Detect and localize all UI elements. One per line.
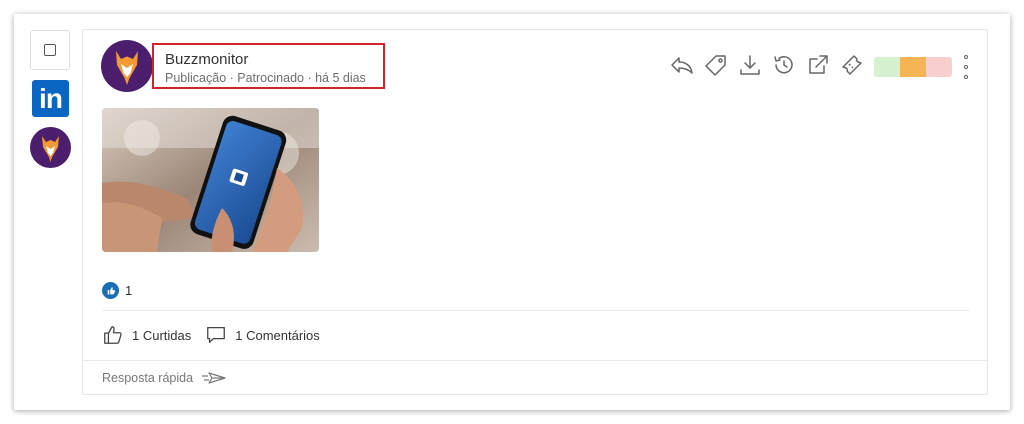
author-avatar[interactable]: [101, 40, 153, 92]
quick-reply-label[interactable]: Resposta rápida: [102, 371, 193, 385]
reactions-summary[interactable]: 1: [102, 282, 132, 299]
engagement-stats: 1 Curtidas 1 Comentários: [102, 324, 334, 346]
sentiment-positive[interactable]: [874, 57, 900, 77]
sentiment-neutral[interactable]: [900, 57, 926, 77]
checkbox-square-icon: [44, 44, 56, 56]
comments-label: 1 Comentários: [235, 327, 320, 343]
download-icon: [740, 55, 760, 75]
tag-button[interactable]: [699, 52, 733, 78]
sentiment-selector[interactable]: [874, 57, 952, 77]
profile-avatar-small[interactable]: [30, 127, 71, 168]
more-options-icon[interactable]: [959, 53, 973, 81]
thumbs-up-icon: [104, 326, 122, 344]
post-meta: Publicação · Patrocinado · há 5 dias: [165, 71, 366, 85]
ticket-button[interactable]: [835, 52, 869, 78]
linkedin-icon: in: [32, 80, 69, 117]
external-link-icon: [809, 55, 828, 74]
external-link-button[interactable]: [801, 52, 835, 78]
like-reaction-icon: [102, 282, 119, 299]
likes-label: 1 Curtidas: [132, 327, 192, 343]
ticket-icon: [842, 55, 862, 75]
send-icon[interactable]: [201, 370, 227, 386]
likes-stat[interactable]: 1 Curtidas: [102, 324, 191, 346]
author-name[interactable]: Buzzmonitor: [165, 51, 248, 68]
post-actions: [665, 52, 869, 78]
comments-stat[interactable]: 1 Comentários: [205, 324, 320, 346]
history-button[interactable]: [767, 52, 801, 78]
divider: [83, 360, 987, 361]
history-icon: [774, 56, 793, 74]
left-rail: in: [28, 28, 72, 398]
post-card: Buzzmonitor Publicação · Patrocinado · h…: [82, 29, 988, 395]
comment-icon: [207, 327, 226, 343]
reaction-count: 1: [125, 283, 133, 298]
download-button[interactable]: [733, 52, 767, 78]
divider: [102, 310, 970, 311]
select-checkbox[interactable]: [30, 30, 70, 70]
reply-button[interactable]: [665, 52, 699, 78]
linkedin-logo-text: in: [39, 82, 63, 114]
quick-reply[interactable]: Resposta rápida: [102, 370, 227, 386]
reply-icon: [671, 57, 693, 74]
phone-photo-illustration: [102, 108, 319, 252]
post-image[interactable]: [102, 108, 319, 252]
tag-icon: [705, 55, 726, 76]
sentiment-negative[interactable]: [926, 57, 952, 77]
author-highlight-box: Buzzmonitor Publicação · Patrocinado · h…: [152, 43, 385, 89]
